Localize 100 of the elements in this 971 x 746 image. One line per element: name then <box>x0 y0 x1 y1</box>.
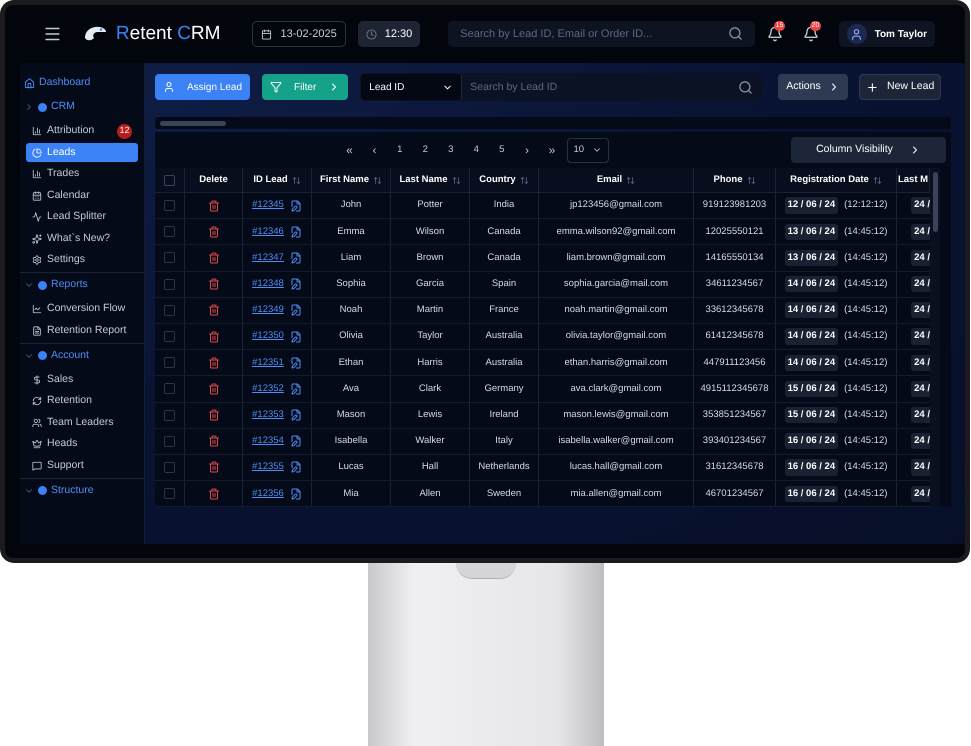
checkbox[interactable] <box>164 462 175 473</box>
sort-icon[interactable] <box>626 176 636 184</box>
checkbox[interactable] <box>164 357 175 368</box>
edit-icon[interactable] <box>290 200 302 212</box>
checkbox[interactable] <box>164 410 175 421</box>
edit-icon[interactable] <box>290 488 302 500</box>
sort-icon[interactable] <box>373 176 382 184</box>
page-number[interactable]: 5 <box>489 142 514 158</box>
actions-button[interactable]: Actions <box>778 74 848 100</box>
checkbox[interactable] <box>164 226 175 238</box>
delete-icon[interactable] <box>208 330 220 343</box>
field-select[interactable]: Lead ID <box>361 74 462 100</box>
delete-icon[interactable] <box>208 461 220 474</box>
checkbox[interactable] <box>164 331 175 342</box>
edit-icon[interactable] <box>290 435 302 448</box>
sort-icon[interactable] <box>872 176 882 184</box>
lead-id-link[interactable]: #12352 <box>252 382 284 396</box>
edit-icon[interactable] <box>290 461 302 474</box>
column-header[interactable]: Country <box>470 168 539 192</box>
page-number[interactable]: 3 <box>438 142 464 158</box>
delete-icon[interactable] <box>208 435 220 448</box>
user-button[interactable]: Tom Taylor <box>838 21 935 47</box>
sidebar-item[interactable]: Trades <box>26 164 138 184</box>
sidebar-item[interactable]: Leads <box>26 143 138 162</box>
assign-lead-button[interactable]: Assign Lead <box>155 74 250 100</box>
column-header[interactable]: Phone <box>694 168 776 192</box>
sidebar-item[interactable]: Sales <box>26 370 138 389</box>
checkbox[interactable] <box>164 488 175 500</box>
column-visibility-button[interactable]: Column Visibility <box>791 137 946 163</box>
lead-id-link[interactable]: #12351 <box>252 356 284 370</box>
sidebar-item[interactable]: Lead Splitter <box>26 208 138 226</box>
search-icon[interactable] <box>728 26 743 41</box>
edit-icon[interactable] <box>290 226 302 238</box>
search-icon[interactable] <box>738 80 754 95</box>
sidebar-link[interactable]: Dashboard <box>20 71 144 95</box>
page-number[interactable]: 2 <box>412 142 438 158</box>
sidebar-item[interactable]: Conversion Flow <box>26 300 138 318</box>
edit-icon[interactable] <box>290 409 302 422</box>
lead-id-link[interactable]: #12347 <box>252 250 284 266</box>
bell-icon[interactable] <box>766 26 783 42</box>
delete-icon[interactable] <box>208 356 220 369</box>
lead-id-link[interactable]: #12353 <box>252 408 284 422</box>
column-header[interactable]: ID Lead <box>243 168 312 192</box>
sidebar-item[interactable]: Retention <box>26 392 138 410</box>
checkbox[interactable] <box>164 174 175 186</box>
page-nav-button[interactable]: ‹ <box>362 141 387 159</box>
page-number[interactable]: 4 <box>464 142 489 158</box>
lead-id-link[interactable]: #12355 <box>252 460 284 475</box>
search-field[interactable]: Search by Lead ID, Email or Order ID... <box>448 21 755 47</box>
lead-id-link[interactable]: #12345 <box>252 198 284 213</box>
edit-icon[interactable] <box>290 356 302 369</box>
page-nav-button[interactable]: « <box>337 141 362 159</box>
checkbox[interactable] <box>164 304 175 316</box>
scrollbar-thumb[interactable] <box>932 172 938 232</box>
sort-icon[interactable] <box>292 176 301 184</box>
sidebar-item[interactable]: Team Leaders <box>26 413 138 432</box>
sidebar-item[interactable]: Attribution 12 <box>26 122 138 140</box>
delete-icon[interactable] <box>208 200 220 212</box>
sidebar-item[interactable]: Retention Report <box>26 321 138 340</box>
column-header[interactable]: First Name <box>312 168 391 192</box>
page-number[interactable]: 1 <box>387 142 412 158</box>
sidebar-item[interactable]: Heads <box>26 434 138 454</box>
delete-icon[interactable] <box>208 409 220 422</box>
date-field[interactable]: 13-02-2025 <box>252 21 346 47</box>
sidebar-group-header[interactable]: CRM <box>20 95 144 119</box>
checkbox[interactable] <box>164 200 175 212</box>
lead-id-link[interactable]: #12348 <box>252 277 284 292</box>
sidebar-group-header[interactable]: Structure <box>20 478 144 502</box>
time-field[interactable]: 12:30 <box>358 21 420 47</box>
sidebar-group-header[interactable]: Reports <box>20 273 144 297</box>
delete-icon[interactable] <box>208 488 220 500</box>
page-nav-button[interactable]: › <box>514 141 540 159</box>
lead-id-link[interactable]: #12356 <box>252 486 284 501</box>
search-field[interactable]: Search by Lead ID <box>461 74 762 100</box>
edit-icon[interactable] <box>290 330 302 343</box>
search-bar[interactable]: Lead ID Search by Lead ID <box>360 73 762 101</box>
sort-icon[interactable] <box>520 176 529 184</box>
edit-icon[interactable] <box>290 304 302 316</box>
sidebar-item[interactable]: What`s New? <box>26 229 138 248</box>
edit-icon[interactable] <box>290 278 302 290</box>
column-header[interactable]: Email <box>539 168 694 192</box>
delete-icon[interactable] <box>208 278 220 290</box>
sort-icon[interactable] <box>452 176 461 184</box>
sidebar-group-header[interactable]: Account <box>20 344 144 368</box>
edit-icon[interactable] <box>290 252 302 264</box>
sidebar-item[interactable]: Support <box>26 456 138 475</box>
delete-icon[interactable] <box>208 226 220 238</box>
new-lead-button[interactable]: New Lead <box>859 74 942 100</box>
checkbox[interactable] <box>164 383 175 394</box>
page-nav-button[interactable]: » <box>540 141 564 159</box>
bell-icon[interactable] <box>802 26 819 42</box>
sort-icon[interactable] <box>746 176 756 184</box>
delete-icon[interactable] <box>208 304 220 316</box>
column-header[interactable]: Delete <box>185 168 243 192</box>
page-size-select[interactable]: 10 <box>566 138 608 162</box>
delete-icon[interactable] <box>208 382 220 395</box>
edit-icon[interactable] <box>290 382 302 395</box>
scrollbar-thumb[interactable] <box>160 120 226 126</box>
checkbox[interactable] <box>164 252 175 264</box>
delete-icon[interactable] <box>208 252 220 264</box>
